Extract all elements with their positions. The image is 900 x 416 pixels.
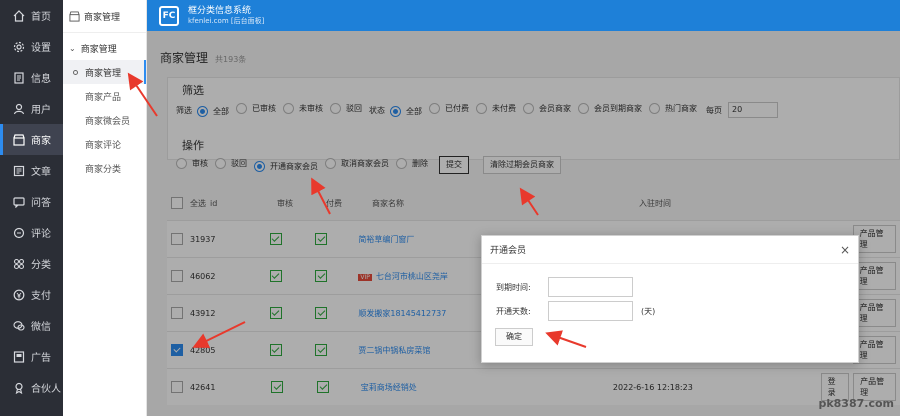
logo: FC: [159, 5, 179, 26]
nav-item-label: 用户: [31, 105, 51, 116]
nav-item-partner[interactable]: 合伙人: [0, 372, 63, 403]
nav-item-label: 支付: [31, 291, 51, 302]
ad-icon: [13, 350, 25, 363]
submenu-item-store-products[interactable]: 商家产品: [63, 84, 146, 108]
nav-item-label: 问答: [31, 198, 51, 209]
expire-row: 到期时间:: [496, 277, 633, 297]
submenu-item-store-manage[interactable]: 商家管理: [63, 60, 146, 84]
store-icon: [13, 133, 25, 146]
close-icon[interactable]: ×: [840, 243, 850, 257]
nav-item-user[interactable]: 用户: [0, 93, 63, 124]
nav-item-label: 商家: [31, 136, 51, 147]
submenu-item-store-comments[interactable]: 商家评论: [63, 132, 146, 156]
days-row: 开通天数: (天): [496, 301, 655, 321]
nav-item-qa[interactable]: 问答: [0, 186, 63, 217]
qa-icon: [13, 196, 25, 208]
nav-item-label: 微信: [31, 322, 51, 333]
nav-item-label: 广告: [31, 353, 51, 364]
days-input[interactable]: [548, 301, 633, 321]
gear-icon: [13, 41, 25, 53]
nav-item-category[interactable]: 分类: [0, 248, 63, 279]
submenu-item-store-categories[interactable]: 商家分类: [63, 156, 146, 180]
submenu: 商家管理 ⌄ 商家管理 商家管理 商家产品 商家微会员 商家评论 商家分类: [63, 0, 147, 416]
nav-item-label: 首页: [31, 12, 51, 23]
nav-item-label: 文章: [31, 167, 51, 178]
dialog-header: 开通会员 ×: [482, 236, 858, 264]
nav-item-store[interactable]: 商家: [0, 124, 63, 155]
submenu-item-label: 商家分类: [85, 164, 122, 175]
nav-item-pay[interactable]: 支付: [0, 279, 63, 310]
nav-item-label: 设置: [31, 43, 51, 54]
store-icon: [69, 10, 80, 22]
submenu-item-label: 商家管理: [85, 68, 122, 79]
submenu-item-label: 商家产品: [85, 92, 122, 103]
nav-item-label: 分类: [31, 260, 51, 271]
expire-time-input[interactable]: [548, 277, 633, 297]
nav-item-document[interactable]: 信息: [0, 62, 63, 93]
brand-title: 框分类信息系统: [188, 5, 252, 16]
submenu-item-store-members[interactable]: 商家微会员: [63, 108, 146, 132]
confirm-button[interactable]: 确定: [495, 328, 533, 346]
circle-icon: [73, 69, 78, 75]
comment-icon: [13, 227, 25, 239]
watermark: pk8387.com: [818, 397, 894, 410]
document-icon: [13, 71, 25, 84]
main-nav: 首页设置信息用户商家文章问答评论分类支付微信广告合伙人: [0, 0, 63, 416]
wechat-icon: [13, 320, 25, 332]
nav-item-label: 评论: [31, 229, 51, 240]
nav-item-ad[interactable]: 广告: [0, 341, 63, 372]
nav-item-gear[interactable]: 设置: [0, 31, 63, 62]
pay-icon: [13, 289, 25, 301]
brand-subtitle: kfenlei.com [后台面板]: [188, 16, 265, 25]
chevron-down-icon: ⌄: [69, 43, 76, 53]
nav-item-comment[interactable]: 评论: [0, 217, 63, 248]
submenu-title-text: 商家管理: [84, 12, 121, 23]
user-icon: [13, 103, 25, 115]
nav-item-label: 合伙人: [31, 384, 61, 395]
open-membership-dialog: 开通会员 × 到期时间: 开通天数: (天) 确定: [481, 235, 859, 363]
nav-item-article[interactable]: 文章: [0, 155, 63, 186]
nav-item-wechat[interactable]: 微信: [0, 310, 63, 341]
top-header: FC 框分类信息系统 kfenlei.com [后台面板]: [147, 0, 900, 31]
submenu-item-label: 商家评论: [85, 140, 122, 151]
submenu-group[interactable]: ⌄ 商家管理: [63, 36, 146, 60]
submenu-title: 商家管理: [63, 0, 146, 33]
days-label: 开通天数:: [496, 306, 531, 316]
home-icon: [13, 9, 25, 22]
expire-label: 到期时间:: [496, 282, 531, 292]
nav-item-label: 信息: [31, 74, 51, 85]
partner-icon: [13, 382, 25, 394]
dialog-title: 开通会员: [490, 246, 527, 256]
submenu-item-label: 商家微会员: [85, 116, 131, 127]
category-icon: [13, 258, 25, 270]
days-unit: (天): [641, 306, 656, 316]
submenu-group-label: 商家管理: [80, 44, 117, 55]
nav-item-home[interactable]: 首页: [0, 0, 63, 31]
article-icon: [13, 165, 25, 177]
